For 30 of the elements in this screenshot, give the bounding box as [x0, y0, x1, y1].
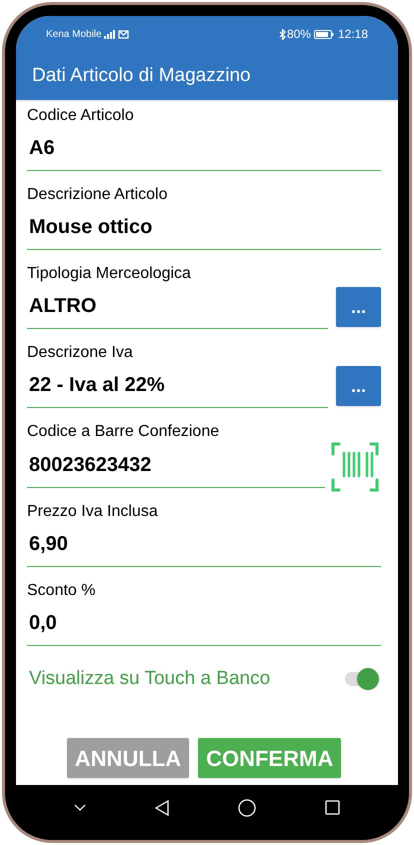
lookup-button[interactable]: ... [336, 366, 381, 406]
input-field[interactable]: A6 [27, 126, 381, 171]
recents-icon[interactable] [324, 800, 340, 815]
field-label: Prezzo Iva Inclusa [27, 502, 159, 522]
mail-icon [118, 30, 129, 38]
battery-percent: 80% [286, 26, 311, 43]
input-field[interactable]: 0,0 [27, 601, 381, 646]
clock-text: 12:18 [338, 26, 368, 43]
home-icon[interactable] [238, 798, 256, 816]
field-label: Descrizione Articolo [27, 185, 168, 205]
app-title: Dati Articolo di Magazzino [32, 64, 251, 88]
chevron-down-icon[interactable] [74, 804, 86, 811]
lookup-button[interactable]: ... [336, 287, 381, 327]
signal-icon [104, 30, 116, 38]
input-field[interactable]: ALTRO [27, 284, 328, 329]
input-field[interactable]: Mouse ottico [27, 205, 381, 250]
battery-icon [314, 30, 334, 38]
bluetooth-icon [278, 28, 286, 40]
input-field[interactable]: 6,90 [27, 522, 381, 567]
toggle-label: Visualizza su Touch a Banco [28, 666, 272, 691]
field-label: Tipologia Merceologica [27, 264, 192, 284]
field-label: Sconto % [27, 581, 96, 601]
field-label: Codice Articolo [27, 106, 135, 126]
field-label: Codice a Barre Confezione [27, 422, 220, 442]
carrier-text: Kena Mobile [46, 28, 102, 42]
field-label: Descrizone Iva [27, 343, 134, 363]
back-icon[interactable] [155, 800, 170, 816]
input-field[interactable]: 22 - Iva al 22% [27, 363, 328, 408]
toggle-switch[interactable] [343, 668, 379, 690]
input-field[interactable]: 80023623432 [27, 443, 325, 488]
